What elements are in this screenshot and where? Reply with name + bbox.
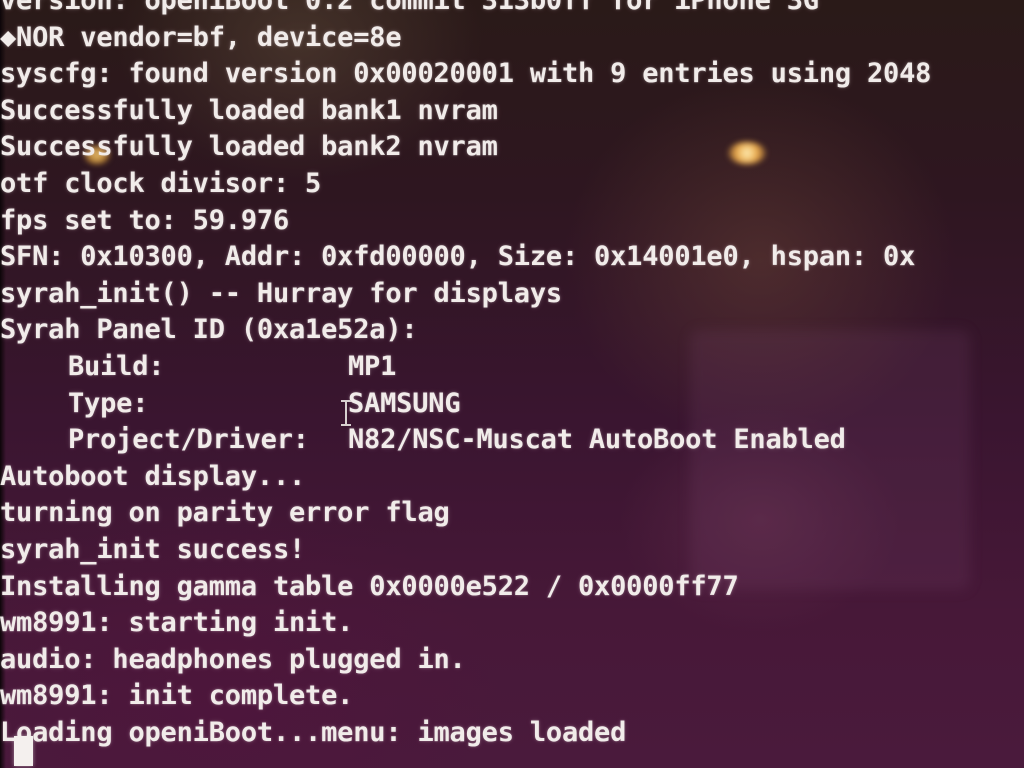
panel-detail-label: Type: <box>68 387 149 419</box>
text-cursor-ibeam-icon <box>341 400 351 426</box>
console-line: otf clock divisor: 5 <box>0 167 322 199</box>
terminal-screen: version: openiBoot 0.2 commit 313b0ff fo… <box>0 0 1024 768</box>
panel-detail-label: Project/Driver: <box>68 424 309 456</box>
panel-detail-row: Build: MP1 <box>0 349 1024 386</box>
console-line: ◆NOR vendor=bf, device=8e <box>0 21 402 53</box>
panel-detail-value: MP1 <box>348 350 397 382</box>
console-line: wm8991: init complete. <box>0 680 354 712</box>
panel-detail-label: Build: <box>68 350 165 382</box>
console-line: Loading openiBoot...menu: images loaded <box>0 716 627 748</box>
console-line: Successfully loaded bank2 nvram <box>0 131 498 163</box>
console-line: version: openiBoot 0.2 commit 313b0ff fo… <box>0 0 819 16</box>
console-line: SFN: 0x10300, Addr: 0xfd00000, Size: 0x1… <box>0 241 916 273</box>
panel-detail-row: Type: SAMSUNG <box>0 386 1024 423</box>
console-line: syscfg: found version 0x00020001 with 9 … <box>0 58 932 90</box>
terminal-block-cursor[interactable] <box>14 736 33 766</box>
console-line: fps set to: 59.976 <box>0 204 289 236</box>
console-line: Syrah Panel ID (0xa1e52a): <box>0 314 418 346</box>
console-line: Successfully loaded bank1 nvram <box>0 94 498 126</box>
console-line: audio: headphones plugged in. <box>0 643 466 675</box>
console-line: Installing gamma table 0x0000e522 / 0x00… <box>0 570 739 602</box>
console-line: wm8991: starting init. <box>0 607 354 639</box>
panel-detail-row: Project/Driver: N82/NSC-Muscat AutoBoot E… <box>0 422 1024 459</box>
console-line: syrah_init() -- Hurray for displays <box>0 277 562 309</box>
console-line: turning on parity error flag <box>0 497 450 529</box>
console-output: version: openiBoot 0.2 commit 313b0ff fo… <box>0 0 1024 751</box>
panel-detail-value: N82/NSC-Muscat AutoBoot Enabled <box>348 424 846 456</box>
panel-detail-value: SAMSUNG <box>348 387 461 419</box>
console-line: Autoboot display... <box>0 460 306 492</box>
console-line: syrah_init success! <box>0 533 306 565</box>
